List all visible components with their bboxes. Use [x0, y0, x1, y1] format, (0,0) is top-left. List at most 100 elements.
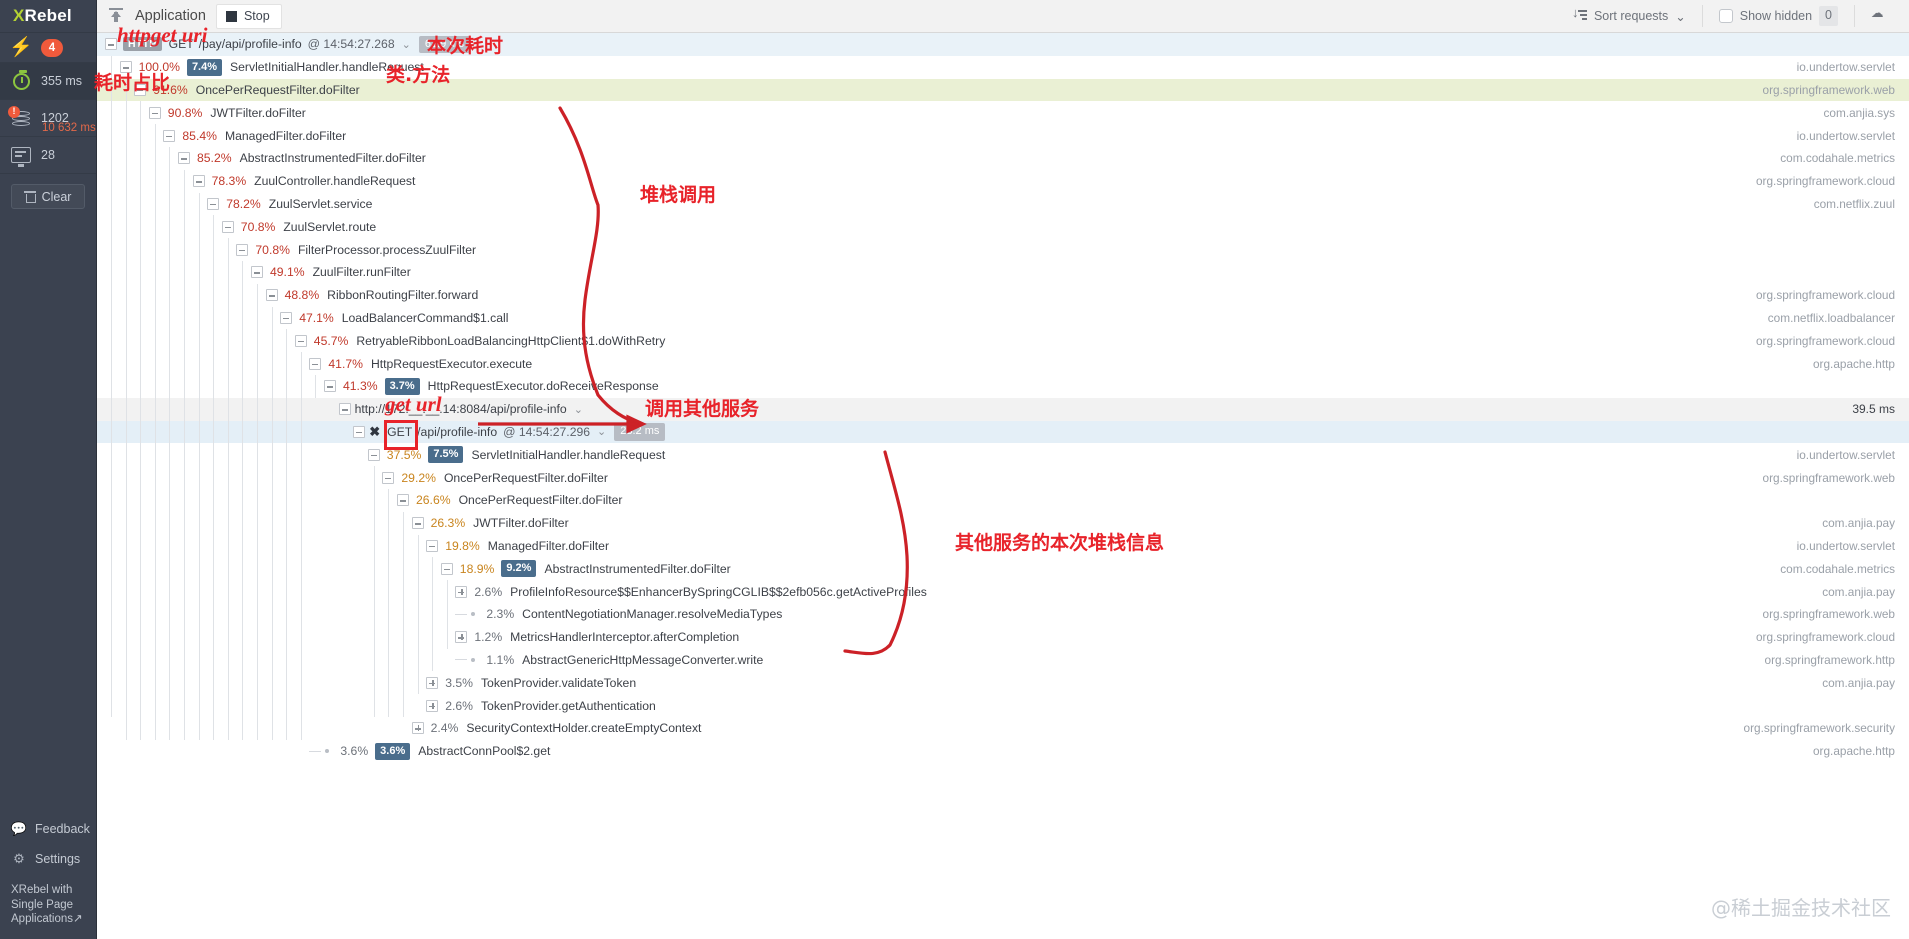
upload-cloud-button[interactable]: ☁: [1857, 0, 1909, 33]
tree-row[interactable]: 48.8% RibbonRoutingFilter.forward org.spri…: [97, 284, 1909, 307]
tree-guide-line: [286, 329, 288, 740]
expand-node-toggle[interactable]: [426, 676, 439, 689]
tree-guide-line: [388, 489, 390, 717]
tree-row[interactable]: 26.3% JWTFilter.doFilter com.anjia.pay: [97, 512, 1909, 535]
app-logo: X Rebel: [0, 0, 96, 33]
tree-row[interactable]: 85.2% AbstractInstrumentedFilter.doFilter…: [97, 147, 1909, 170]
tree-row[interactable]: 41.7% HttpRequestExecutor.execute org.apac…: [97, 352, 1909, 375]
collapse-node-toggle[interactable]: [105, 38, 117, 51]
expand-node-toggle[interactable]: [455, 585, 468, 598]
sort-requests-dropdown[interactable]: Sort requests ⌄: [1559, 0, 1700, 33]
sidebar-item-time[interactable]: 355 ms: [0, 63, 96, 100]
expand-node-toggle[interactable]: [411, 722, 424, 735]
tree-row[interactable]: 47.1% LoadBalancerCommand$1.call com.netfl…: [97, 307, 1909, 330]
tree-row[interactable]: 3.5% TokenProvider.validateToken com.anjia…: [97, 671, 1909, 694]
chevron-down-icon[interactable]: ⌄: [402, 38, 411, 51]
tree-row[interactable]: 29.2% OncePerRequestFilter.doFilter org.sp…: [97, 466, 1909, 489]
sidebar-item-monitor[interactable]: 28: [0, 137, 96, 174]
tree-row[interactable]: 3.6% 3.6% AbstractConnPool$2.get org.apache…: [97, 740, 1909, 763]
row-package-name: org.springframework.cloud: [1756, 630, 1895, 645]
collapse-node-toggle[interactable]: [207, 197, 220, 210]
promo-line-3: Applications: [11, 913, 74, 926]
expand-node-toggle[interactable]: [455, 631, 468, 644]
row-total-percent: 1.2%: [474, 630, 503, 645]
row-package-name: com.anjia.pay: [1822, 516, 1895, 531]
collapse-node-toggle[interactable]: [382, 471, 395, 484]
collapse-node-toggle[interactable]: [265, 289, 278, 302]
clear-button[interactable]: Clear: [11, 184, 85, 209]
collapse-node-toggle[interactable]: [148, 106, 161, 119]
call-tree[interactable]: HTTP GET/pay/api/profile-info @ 14:54:27.2…: [97, 33, 1909, 939]
sidebar-item-feedback[interactable]: 💬 Feedback: [0, 814, 97, 844]
row-package-name: org.springframework.web: [1762, 82, 1895, 97]
tree-row[interactable]: 85.4% ManagedFilter.doFilter io.undertow.s…: [97, 124, 1909, 147]
checkbox-icon[interactable]: [1718, 9, 1733, 23]
tree-row-root-request[interactable]: HTTP GET/pay/api/profile-info @ 14:54:27.2…: [97, 33, 1909, 56]
chevron-down-icon[interactable]: ⌄: [597, 425, 606, 438]
tree-row[interactable]: 100.0% 7.4% ServletInitialHandler.handleRe…: [97, 56, 1909, 79]
tree-row[interactable]: 45.7% RetryableRibbonLoadBalancingHttpCli…: [97, 329, 1909, 352]
collapse-node-toggle[interactable]: [236, 243, 249, 256]
tree-row[interactable]: 41.3% 3.7% HttpRequestExecutor.doReceiveRe…: [97, 375, 1909, 398]
tree-row[interactable]: 1.2% MetricsHandlerInterceptor.afterCompl…: [97, 626, 1909, 649]
collapse-node-toggle[interactable]: [251, 266, 263, 279]
collapse-node-toggle[interactable]: [221, 220, 234, 233]
collapse-node-toggle[interactable]: [280, 311, 293, 324]
chevron-down-icon[interactable]: ⌄: [574, 403, 583, 416]
collapse-node-toggle[interactable]: [397, 494, 409, 507]
sidebar-item-settings[interactable]: ⚙ Settings: [0, 844, 97, 874]
tree-row[interactable]: 78.3% ZuulController.handleRequest org.spr…: [97, 170, 1909, 193]
collapse-node-toggle[interactable]: [178, 152, 190, 165]
tree-row[interactable]: 91.6% OncePerRequestFilter.doFilter org.sp…: [97, 78, 1909, 102]
toolbar-divider-1: [1701, 5, 1703, 27]
toolbar-right: Sort requests ⌄ Show hidden 0 ☁: [1559, 0, 1909, 33]
tree-row[interactable]: 19.8% ManagedFilter.doFilter io.undertow.s…: [97, 535, 1909, 558]
expand-node-toggle[interactable]: [426, 699, 439, 712]
tree-row[interactable]: 37.5% 7.5% ServletInitialHandler.handleReq…: [97, 443, 1909, 466]
row-package-name: com.anjia.pay: [1822, 584, 1895, 599]
promo-banner[interactable]: XRebel with Single Page Applications↗: [0, 874, 97, 939]
row-method-name: AbstractInstrumentedFilter.doFilter: [239, 151, 426, 166]
tree-row[interactable]: 2.3% ContentNegotiationManager.resolveMed…: [97, 603, 1909, 626]
collapse-node-toggle[interactable]: [426, 539, 439, 552]
tree-row-outgoing-url[interactable]: http://172.__.__.14:8084/api/profile-inf…: [97, 397, 1909, 421]
collapse-node-toggle[interactable]: [353, 425, 366, 438]
upload-icon[interactable]: [107, 7, 125, 25]
tree-row[interactable]: 18.9% 9.2% AbstractInstrumentedFilter.doFi…: [97, 557, 1909, 580]
row-method-name: MetricsHandlerInterceptor.afterCompletio…: [510, 630, 740, 645]
external-link-icon: ↗: [73, 913, 83, 926]
row-package-name: org.apache.http: [1813, 744, 1895, 759]
collapse-node-toggle[interactable]: [338, 403, 351, 416]
tree-guide-line: [403, 511, 404, 717]
tree-row[interactable]: 90.8% JWTFilter.doFilter com.anjia.sys: [97, 101, 1909, 124]
collapse-node-toggle[interactable]: [367, 448, 380, 461]
collapse-node-toggle[interactable]: [309, 357, 322, 370]
collapse-node-toggle[interactable]: [324, 380, 336, 393]
row-self-percent: 3.7%: [384, 377, 420, 395]
tree-row[interactable]: 2.6% ProfileInfoResource$$EnhancerBySprin…: [97, 580, 1909, 603]
collapse-node-toggle[interactable]: [294, 334, 307, 347]
show-hidden-toggle[interactable]: Show hidden 0: [1705, 0, 1852, 33]
collapse-node-toggle[interactable]: [163, 129, 176, 142]
tree-row[interactable]: 2.4% SecurityContextHolder.createEmptyCon…: [97, 717, 1909, 740]
tree-row[interactable]: 2.6% TokenProvider.getAuthentication: [97, 694, 1909, 717]
tree-row[interactable]: 70.8% FilterProcessor.processZuulFilter: [97, 238, 1909, 261]
sidebar-item-issues[interactable]: ⚡ 4: [0, 33, 96, 63]
tree-leaf-line: [455, 613, 468, 615]
collapse-node-toggle[interactable]: [440, 562, 453, 575]
chat-icon: 💬: [10, 820, 28, 836]
collapse-node-toggle[interactable]: [134, 83, 147, 96]
tree-row[interactable]: 26.6% OncePerRequestFilter.doFilter: [97, 489, 1909, 512]
tree-row[interactable]: 78.2% ZuulServlet.service com.netflix.zuul: [97, 193, 1909, 216]
request-method: GET: [168, 37, 194, 52]
row-method-name: OncePerRequestFilter.doFilter: [195, 82, 360, 97]
tree-row-nested-request[interactable]: ✖ GET/api/profile-info @ 14:54:27.296 ⌄ 23.2…: [97, 420, 1909, 444]
row-total-percent: 19.8%: [445, 538, 480, 553]
stop-button[interactable]: Stop: [215, 3, 282, 29]
tree-row[interactable]: 1.1% AbstractGenericHttpMessageConverter.…: [97, 649, 1909, 672]
collapse-node-toggle[interactable]: [192, 175, 205, 188]
tree-row[interactable]: 70.8% ZuulServlet.route: [97, 215, 1909, 238]
tree-row[interactable]: 49.1% ZuulFilter.runFilter: [97, 261, 1909, 284]
collapse-node-toggle[interactable]: [119, 61, 132, 74]
collapse-node-toggle[interactable]: [411, 517, 424, 530]
